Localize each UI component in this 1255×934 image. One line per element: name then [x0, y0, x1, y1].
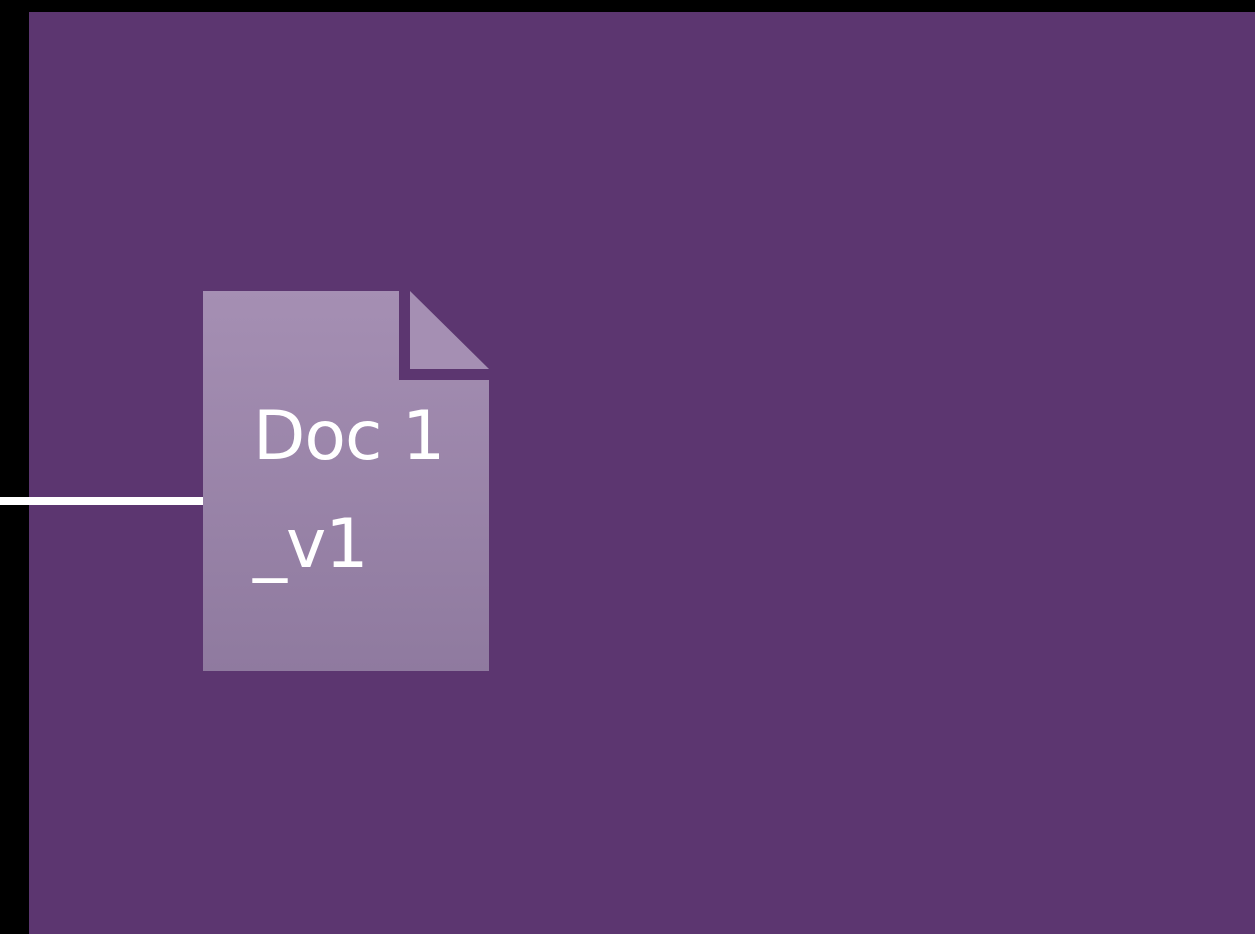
document-node[interactable]: Doc 1 _v1 — [203, 291, 489, 671]
document-label: Doc 1 _v1 — [253, 383, 483, 599]
diagram-canvas: Doc 1 _v1 — [0, 0, 1255, 934]
connector-line — [0, 497, 204, 505]
document-label-line-2: _v1 — [253, 505, 369, 584]
document-label-line-1: Doc 1 — [253, 397, 445, 476]
